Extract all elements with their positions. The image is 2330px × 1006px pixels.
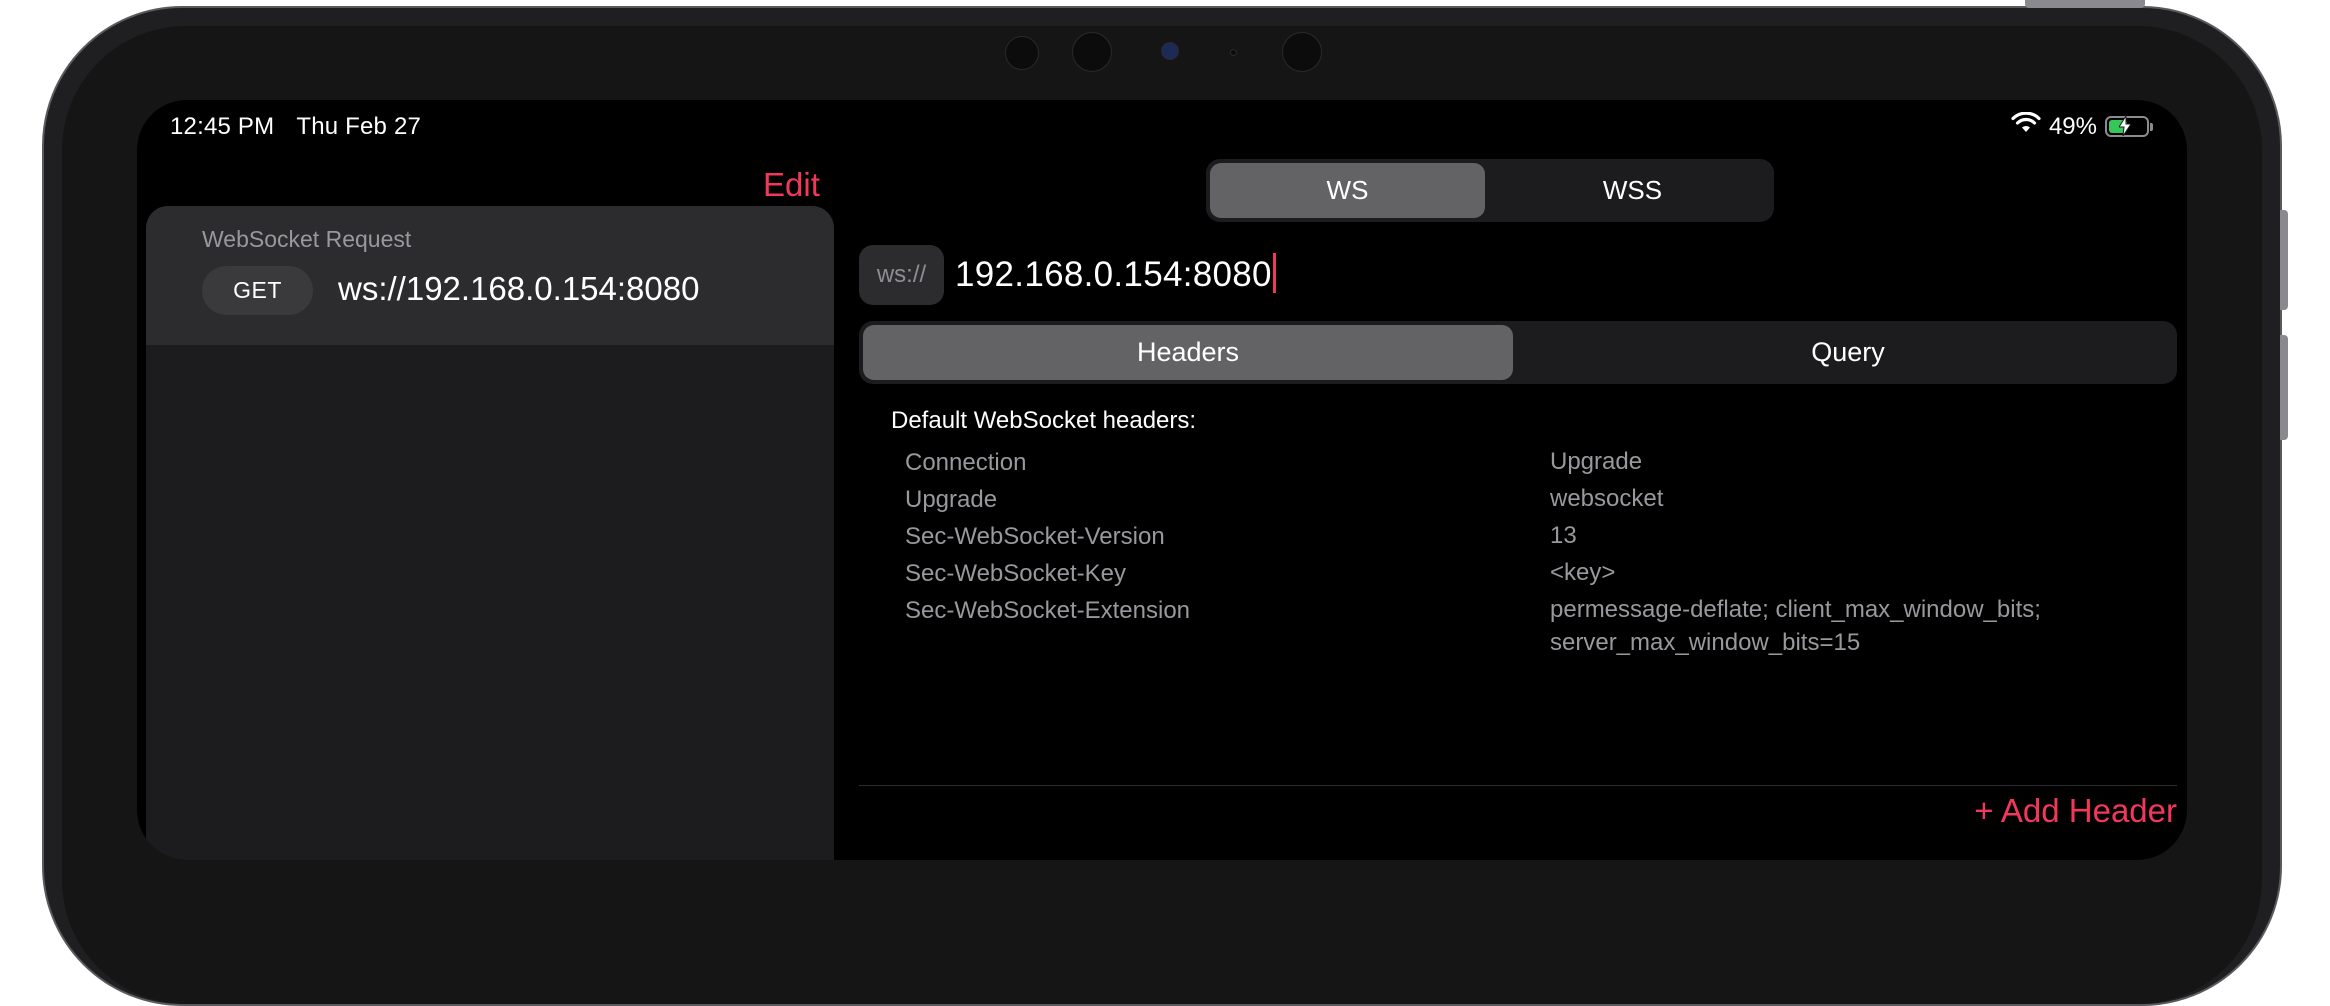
status-bar-right: 49% [2011, 111, 2153, 141]
top-button [2025, 0, 2145, 8]
battery-cap [2150, 123, 2153, 131]
text-cursor [1272, 253, 1276, 293]
protocol-wss-option[interactable]: WSS [1495, 163, 1770, 218]
tab-headers[interactable]: Headers [863, 325, 1513, 380]
status-time: 12:45 PM [170, 113, 275, 140]
scheme-chip[interactable]: ws:// [859, 245, 944, 305]
status-date: Thu Feb 27 [296, 113, 422, 140]
header-row: Sec-WebSocket-Key <key> [905, 559, 2177, 597]
header-row: Upgrade websocket [905, 485, 2177, 523]
battery-icon [2105, 114, 2153, 137]
header-value: <key> [1550, 559, 1616, 586]
header-value: websocket [1550, 485, 1664, 512]
header-row: Connection Upgrade [905, 448, 2177, 486]
headers-heading: Default WebSocket headers: [891, 407, 1197, 434]
request-url: ws://192.168.0.154:8080 [338, 270, 700, 307]
side-button-upper [2280, 210, 2288, 310]
camera-sensor [1005, 36, 1039, 70]
edit-button[interactable]: Edit [763, 166, 820, 204]
header-key: Sec-WebSocket-Key [905, 560, 1126, 587]
url-input-value: 192.168.0.154:8080 [955, 255, 1272, 294]
status-bar-left: 12:45 PM Thu Feb 27 [170, 113, 421, 141]
ambient-sensor [1230, 49, 1237, 56]
header-value: 13 [1550, 522, 1577, 549]
battery-percent: 49% [2048, 112, 2097, 140]
request-title: WebSocket Request [202, 226, 412, 252]
header-row: Sec-WebSocket-Version 13 [905, 522, 2177, 560]
header-value: permessage-deflate; client_max_window_bi… [1550, 596, 2041, 656]
camera-sensor [1072, 32, 1112, 72]
header-row: Sec-WebSocket-Extension permessage-defla… [905, 596, 2177, 663]
add-header-button[interactable]: + Add Header [1974, 792, 2177, 830]
protocol-ws-option[interactable]: WS [1210, 163, 1485, 218]
request-list-item[interactable]: WebSocket Request GET ws://192.168.0.154… [146, 206, 834, 345]
sidebar: WebSocket Request GET ws://192.168.0.154… [146, 206, 834, 860]
headers-table: Connection Upgrade Upgrade websocket Sec… [905, 448, 2177, 663]
header-key: Sec-WebSocket-Version [905, 523, 1165, 550]
url-input[interactable]: 192.168.0.154:8080 [955, 253, 1276, 295]
header-key: Connection [905, 449, 1027, 476]
front-camera [1161, 42, 1179, 60]
method-badge: GET [202, 266, 313, 315]
header-key: Upgrade [905, 486, 998, 513]
header-key: Sec-WebSocket-Extension [905, 597, 1191, 624]
header-value: Upgrade [1550, 448, 1643, 475]
wifi-icon [2011, 111, 2041, 141]
tab-segmented-control: Headers Query [859, 321, 2177, 384]
tab-query[interactable]: Query [1523, 325, 2173, 380]
side-button-lower [2280, 335, 2288, 440]
protocol-segmented-control: WS WSS [1206, 159, 1774, 222]
charging-bolt-icon [2118, 114, 2132, 143]
camera-sensor [1282, 32, 1322, 72]
divider [859, 785, 2177, 786]
screen: 12:45 PM Thu Feb 27 49% Edit WebSocket Re… [137, 100, 2187, 860]
